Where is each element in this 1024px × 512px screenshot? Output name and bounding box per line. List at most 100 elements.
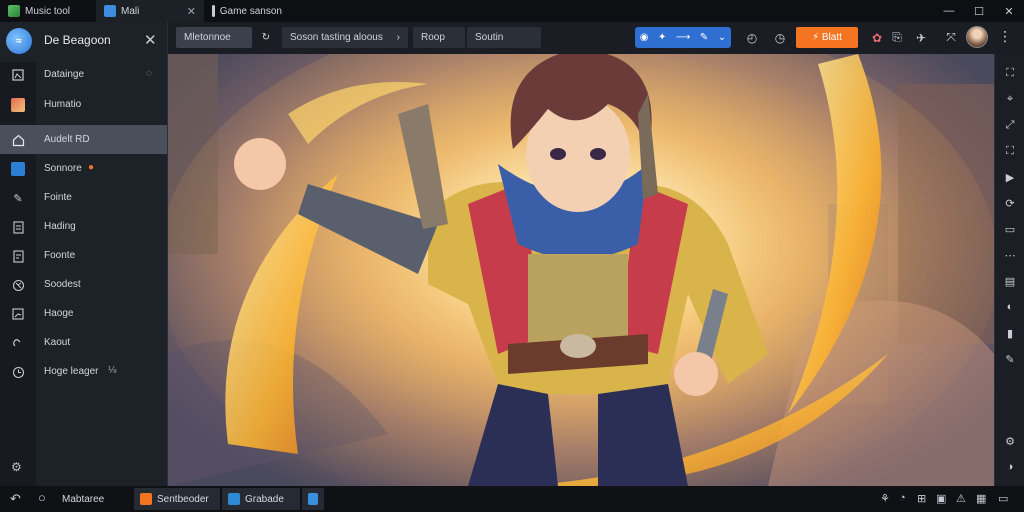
sidebar-item-humatio[interactable]: Humatio [0,90,167,119]
close-icon[interactable]: ✕ [144,31,157,49]
toolbar-tab-mletonnoe[interactable]: Mletonnoe [176,27,252,48]
location-icon[interactable]: ⌖ [1003,92,1017,106]
sidebar-item-datainge[interactable]: Datainge ◌ [0,60,167,89]
tray-grid-icon[interactable]: ⊞ [917,492,926,505]
record-icon[interactable]: ◉ [640,32,649,43]
sidebar-title: De Beagoon [44,33,111,47]
sidebar-item-label: Hading [44,221,76,232]
sidebar-item-audelt[interactable]: Audelt RD [0,125,167,154]
timer-icon[interactable]: ◴ [743,27,761,48]
minimize-icon[interactable]: — [934,0,964,22]
avatar[interactable]: ≈ [6,28,32,54]
play-icon[interactable]: ▶ [1003,170,1017,184]
window-controls: — ☐ ✕ [934,0,1024,22]
flower-icon[interactable]: ✿ [868,27,886,48]
volume-icon[interactable]: ▮ [1003,326,1017,340]
close-window-icon[interactable]: ✕ [994,0,1024,22]
chevron-down-icon[interactable]: ⌄ [718,32,726,43]
building-icon [212,5,215,17]
document-icon [11,220,25,234]
edit-icon[interactable]: ✎ [1003,352,1017,366]
rotate-icon[interactable]: ⟳ [1003,196,1017,210]
toolbar-tab-label: Soutin [475,32,504,43]
chart-icon [11,307,25,321]
window-icon[interactable]: ▭ [1003,222,1017,236]
sidebar-item-foonte[interactable]: Foonte [0,241,167,270]
image-icon [11,68,25,82]
tab-app-icon [104,5,116,17]
back-icon[interactable]: ↶ [10,491,21,507]
toolbar-tab-soson[interactable]: Soson tasting aloous › [282,27,408,48]
user-avatar[interactable] [966,26,988,48]
task-grabade[interactable]: Grabade [222,488,300,510]
clock-icon[interactable]: ◷ [771,27,789,48]
tray-clock-icon[interactable]: ◔ [899,492,906,504]
edit-icon[interactable]: ✎ [700,32,708,43]
contrast-icon[interactable]: ◐ [1003,300,1017,314]
item-counter: ⅛ [108,365,117,376]
notification-badge: ● [88,162,95,173]
sidebar-item-label: Kaout [44,337,71,348]
toolbar-tab-label: Mletonnoe [184,32,231,43]
settings-icon[interactable]: ⚙ [1003,434,1017,448]
maximize-icon[interactable]: ☐ [964,0,994,22]
app-tab[interactable]: Music tool [0,0,96,22]
tab-active[interactable]: Mali ✕ [96,0,204,22]
tray-alert-icon[interactable]: ⚠ [956,492,966,505]
expand-icon[interactable]: ⤢ [1003,118,1017,132]
sidebar-item-hading[interactable]: Hading [0,212,167,241]
sidebar-item-hoge-leager[interactable]: Hoge leager ⅛ [0,357,167,386]
settings-icon[interactable]: ⚙ [11,460,22,474]
screenshot-icon[interactable]: ⛶ [1003,144,1017,158]
pen-icon: ✎ [13,192,23,205]
copy-icon[interactable]: ⎘ [888,27,906,48]
right-toolbar: ⛶ ⌖ ⤢ ⛶ ▶ ⟳ ▭ ⋯ ▤ ◐ ▮ ✎ ⚙ ◑ [994,54,1024,486]
home-icon [11,133,25,147]
sidebar-item-sonnore[interactable]: Sonnore ● [0,154,167,183]
task-third[interactable] [302,488,324,510]
tray-network-icon[interactable]: ⚘ [880,492,890,505]
game-artwork [168,54,994,486]
home-icon[interactable]: ○ [38,490,46,505]
refresh-icon[interactable]: ↻ [256,27,276,48]
sidebar-item-label: Sonnore [44,163,82,174]
layers-icon[interactable]: ▤ [1003,274,1017,288]
share-icon[interactable]: ⤧ [942,27,960,48]
fullscreen-icon[interactable]: ⛶ [1003,66,1017,80]
pin-icon[interactable]: ✈ [912,27,930,48]
tab-third-label: Game sanson [219,5,282,17]
app-label: Music tool [25,5,71,17]
link-icon [11,336,25,350]
sidebar-item-label: Humatio [44,99,82,110]
sidebar-item-soodest[interactable]: Soodest [0,270,167,299]
more-icon[interactable]: ⋯ [1003,248,1017,262]
boost-button[interactable]: ⚡ Blatt [796,27,858,48]
tray-more-icon[interactable]: ▭ [998,492,1008,505]
theme-icon[interactable]: ◑ [1003,460,1017,474]
sidebar-item-haoge[interactable]: Haoge [0,299,167,328]
title-bar: Music tool Mali ✕ Game sanson — ☐ ✕ [0,0,1024,22]
sidebar-item-fointe[interactable]: ✎ Fointe [0,183,167,212]
sidebar-item-kaout[interactable]: Kaout [0,328,167,357]
task-label: Sentbeoder [157,493,209,505]
tray-keyboard-icon[interactable]: ▦ [976,492,986,505]
close-tab-icon[interactable]: ✕ [187,5,196,18]
task-sentbeoder[interactable]: Sentbeoder [134,488,220,510]
sparkle-icon[interactable]: ✦ [658,32,666,43]
control-button-group[interactable]: ◉ ✦ ⟶ ✎ ⌄ [635,27,731,48]
toolbar-tab-label: Roop [421,32,445,43]
toolbar-tab-roop[interactable]: Roop [413,27,465,48]
chevron-right-icon: › [396,32,400,43]
tray-display-icon[interactable]: ▣ [936,492,946,505]
start-label[interactable]: Mabtaree [62,488,104,510]
arrow-icon[interactable]: ⟶ [676,32,690,43]
sidebar-item-label: Haoge [44,308,74,319]
toolbar-tab-label: Soson tasting aloous [290,32,383,43]
game-thumbnail-icon [11,98,25,112]
toolbar-tab-soutin[interactable]: Soutin [467,27,541,48]
menu-icon[interactable]: ⋮ [998,28,1012,45]
game-canvas[interactable] [168,54,994,486]
task-app-icon [308,493,318,505]
tab-third[interactable]: Game sanson [204,0,290,22]
tab-active-label: Mali [121,5,140,17]
